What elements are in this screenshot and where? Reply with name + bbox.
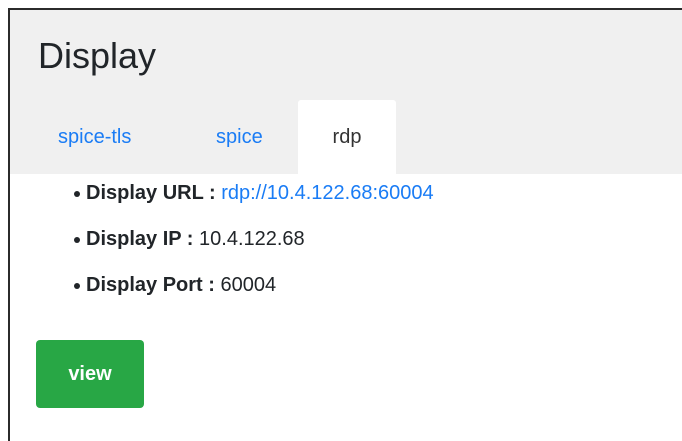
display-ip-value: 10.4.122.68: [199, 228, 305, 250]
display-info-list: Display URL : rdp://10.4.122.68:60004 Di…: [74, 180, 434, 318]
list-item: Display URL : rdp://10.4.122.68:60004: [74, 180, 434, 226]
display-panel: Display spice-tls spice rdp Display URL …: [8, 8, 682, 441]
display-port-label: Display Port :: [86, 274, 221, 296]
page-title: Display: [38, 35, 157, 76]
display-port-value: 60004: [220, 274, 277, 296]
bullet-icon: [74, 191, 80, 197]
display-ip-label: Display IP :: [86, 228, 200, 250]
display-tabs: spice-tls spice rdp: [36, 100, 396, 174]
list-item: Display Port : 60004: [74, 272, 434, 318]
view-button[interactable]: view: [36, 340, 144, 408]
panel-header: Display spice-tls spice rdp: [10, 10, 682, 174]
tab-spice-tls[interactable]: spice-tls: [36, 100, 178, 174]
bullet-icon: [74, 237, 80, 243]
display-url-link[interactable]: rdp://10.4.122.68:60004: [221, 182, 433, 204]
tab-spice[interactable]: spice: [178, 100, 298, 174]
tab-rdp[interactable]: rdp: [298, 100, 396, 174]
list-item: Display IP : 10.4.122.68: [74, 226, 434, 272]
bullet-icon: [74, 283, 80, 289]
display-url-label: Display URL :: [86, 182, 222, 204]
